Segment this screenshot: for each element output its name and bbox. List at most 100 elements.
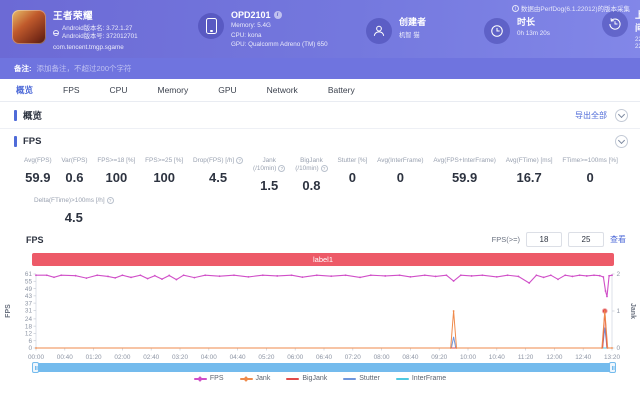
- svg-text:00:00: 00:00: [28, 354, 44, 361]
- legend-item-interframe[interactable]: InterFrame: [395, 375, 447, 382]
- stat-value: 100: [153, 170, 176, 185]
- creator-value: 机智 猫: [399, 32, 420, 39]
- remark-input[interactable]: 备注: 添加备注，不超过200个字符: [0, 58, 640, 79]
- svg-text:12: 12: [25, 331, 33, 338]
- chart-scrollbar[interactable]: [32, 362, 616, 373]
- legend-label: FPS: [209, 375, 224, 382]
- legend-label: Jank: [255, 375, 271, 382]
- legend-item-jank[interactable]: Jank: [239, 375, 271, 382]
- svg-text:01:20: 01:20: [86, 354, 102, 361]
- legend-label: BigJank: [302, 375, 328, 382]
- svg-text:0: 0: [617, 345, 621, 352]
- stat-label: Stutter [%]: [337, 157, 368, 164]
- fps-chart-title: FPS: [26, 234, 44, 245]
- help-icon[interactable]: ?: [106, 197, 114, 204]
- device-info-icon[interactable]: i: [273, 10, 282, 19]
- tab-CPU[interactable]: CPU: [110, 85, 128, 95]
- fps-card-header: FPS: [0, 129, 640, 153]
- legend-marker: [286, 377, 300, 380]
- creator-icon: [366, 17, 392, 44]
- svg-text:12:40: 12:40: [575, 354, 591, 361]
- svg-text:FPS: FPS: [5, 304, 12, 318]
- tab-GPU[interactable]: GPU: [218, 85, 236, 95]
- device-icon: [198, 12, 224, 39]
- legend-item-fps[interactable]: FPS: [193, 375, 224, 382]
- upload-label: 上传时间: [635, 9, 640, 33]
- fps-threshold-high-input[interactable]: [568, 232, 604, 247]
- chart-legend: FPS Jank BigJank Stutter InterFrame: [0, 372, 640, 385]
- legend-marker: [395, 377, 409, 380]
- svg-text:08:40: 08:40: [402, 354, 418, 361]
- svg-text:55: 55: [25, 278, 33, 285]
- svg-text:03:20: 03:20: [172, 354, 188, 361]
- tab-Battery[interactable]: Battery: [328, 85, 355, 95]
- svg-text:11:20: 11:20: [518, 354, 534, 361]
- scrollbar-track[interactable]: [34, 363, 614, 372]
- view-button[interactable]: 查看: [610, 234, 626, 245]
- svg-text:61: 61: [25, 271, 33, 278]
- legend-item-bigjank[interactable]: BigJank: [286, 375, 327, 382]
- svg-text:24: 24: [25, 316, 33, 323]
- android-icon: [53, 29, 59, 36]
- fps-stats-row2: Delta(FTime)>100ms [/h]? 4.5: [0, 195, 640, 229]
- app-block: 王者荣耀 Android版本名: 3.72.1.27 Android版本号: 3…: [12, 8, 184, 51]
- clock-icon: [484, 17, 510, 44]
- annotation-banner: label1: [32, 253, 614, 266]
- stat-label: Drop(FPS) [/h]?: [193, 157, 244, 165]
- tab-Memory[interactable]: Memory: [158, 85, 189, 95]
- info-icon: i: [511, 4, 519, 12]
- stat-avg-ftime-ms-: Avg(FTime) [ms] 16.7: [506, 157, 553, 195]
- history-icon: [602, 10, 628, 37]
- tab-Network[interactable]: Network: [267, 85, 298, 95]
- stat-value: 0: [586, 170, 594, 185]
- svg-text:04:00: 04:00: [201, 354, 217, 361]
- stat-label: Avg(FPS): [24, 157, 52, 164]
- tab-概览[interactable]: 概览: [16, 84, 33, 96]
- device-block: OPD2101 i Memory: 5.4G CPU: kona GPU: Qu…: [198, 9, 366, 48]
- scrollbar-left-handle[interactable]: [32, 362, 39, 373]
- stat-drop-fps-h-: Drop(FPS) [/h]? 4.5: [193, 157, 244, 195]
- legend-label: InterFrame: [411, 375, 447, 382]
- fps-threshold-label: FPS(>=): [491, 235, 520, 244]
- duration-label: 时长: [517, 16, 536, 27]
- svg-text:08:00: 08:00: [374, 354, 390, 361]
- svg-text:18: 18: [25, 323, 33, 330]
- help-icon[interactable]: ?: [236, 157, 244, 164]
- device-model: OPD2101: [231, 9, 271, 20]
- app-name: 王者荣耀: [53, 10, 94, 22]
- collapse-overview-button[interactable]: [615, 108, 628, 122]
- scrollbar-right-handle[interactable]: [609, 362, 616, 373]
- duration-block: 时长 0h 13m 20s: [484, 15, 602, 44]
- duration-value: 0h 13m 20s: [517, 30, 550, 37]
- export-all-link[interactable]: 导出全部: [575, 110, 607, 121]
- svg-text:31: 31: [25, 308, 33, 315]
- stat-label: BigJank (/10min)?: [295, 157, 328, 173]
- stat-label: FPS>=25 [%]: [145, 157, 184, 164]
- svg-text:05:20: 05:20: [258, 354, 274, 361]
- device-memory: Memory: 5.4G: [231, 22, 271, 30]
- svg-text:49: 49: [25, 286, 33, 293]
- tab-FPS[interactable]: FPS: [63, 85, 80, 95]
- fps-card-title: FPS: [23, 135, 42, 147]
- stat-label: Avg(InterFrame): [377, 157, 424, 164]
- stat-label: Var(FPS): [61, 157, 88, 164]
- legend-item-stutter[interactable]: Stutter: [343, 375, 380, 382]
- fps-threshold-low-input[interactable]: [526, 232, 562, 247]
- stat-value: 0.8: [302, 178, 321, 193]
- svg-text:43: 43: [25, 293, 33, 300]
- fps-chart-header: FPS FPS(>=) 查看: [0, 229, 640, 250]
- collapse-fps-button[interactable]: [615, 134, 628, 148]
- help-icon[interactable]: ?: [278, 165, 286, 172]
- header: i 数据由PerfDog(6.1.22012)的版本采集 王者荣耀 Androi…: [0, 0, 640, 58]
- remark-placeholder: 添加备注，不超过200个字符: [36, 64, 132, 73]
- stat-ftime-100ms-: FTime>=100ms [%] 0: [562, 157, 618, 195]
- upload-block: 上传时间 22/02/2022 22:55:57: [602, 8, 640, 50]
- legend-marker: [343, 377, 357, 380]
- stat-value: 100: [105, 170, 128, 185]
- stat-value: 59.9: [25, 170, 51, 185]
- stat-fps-25-: FPS>=25 [%] 100: [145, 157, 183, 195]
- help-icon[interactable]: ?: [320, 165, 328, 172]
- app-package: com.tencent.tmgp.sgame: [53, 43, 124, 51]
- svg-text:1: 1: [617, 308, 621, 315]
- svg-text:02:00: 02:00: [114, 354, 130, 361]
